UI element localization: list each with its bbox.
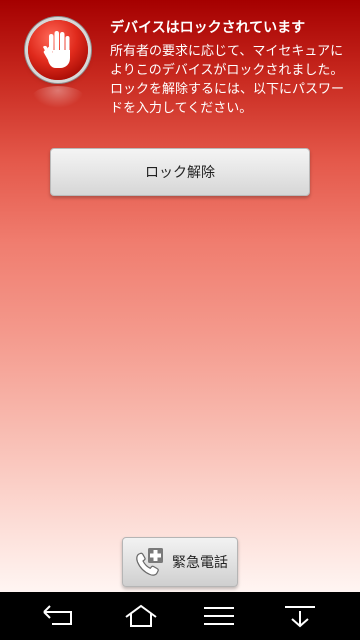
emergency-phone-icon xyxy=(132,545,166,579)
notifications-button[interactable] xyxy=(264,592,336,640)
back-button[interactable] xyxy=(22,592,94,640)
lock-message: 所有者の要求に応じて、マイセキュアによりこのデバイスがロックされました。ロックを… xyxy=(110,44,345,116)
unlock-button-label: ロック解除 xyxy=(145,165,215,181)
navigation-bar xyxy=(0,592,360,640)
lock-screen: デバイスはロックされています 所有者の要求に応じて、マイセキュアによりこのデバイ… xyxy=(0,0,360,592)
lock-title: デバイスはロックされています xyxy=(110,20,306,36)
home-button[interactable] xyxy=(105,592,177,640)
home-icon xyxy=(125,604,157,627)
badge-reflection xyxy=(32,86,84,108)
unlock-button[interactable]: ロック解除 xyxy=(50,148,310,196)
stop-hand-icon xyxy=(28,20,88,80)
back-icon xyxy=(43,605,72,625)
menu-button[interactable] xyxy=(183,592,255,640)
notifications-pull-down-icon xyxy=(285,606,315,628)
menu-icon xyxy=(204,607,234,625)
emergency-call-label: 緊急電話 xyxy=(172,555,228,571)
emergency-call-button[interactable]: 緊急電話 xyxy=(122,537,238,587)
